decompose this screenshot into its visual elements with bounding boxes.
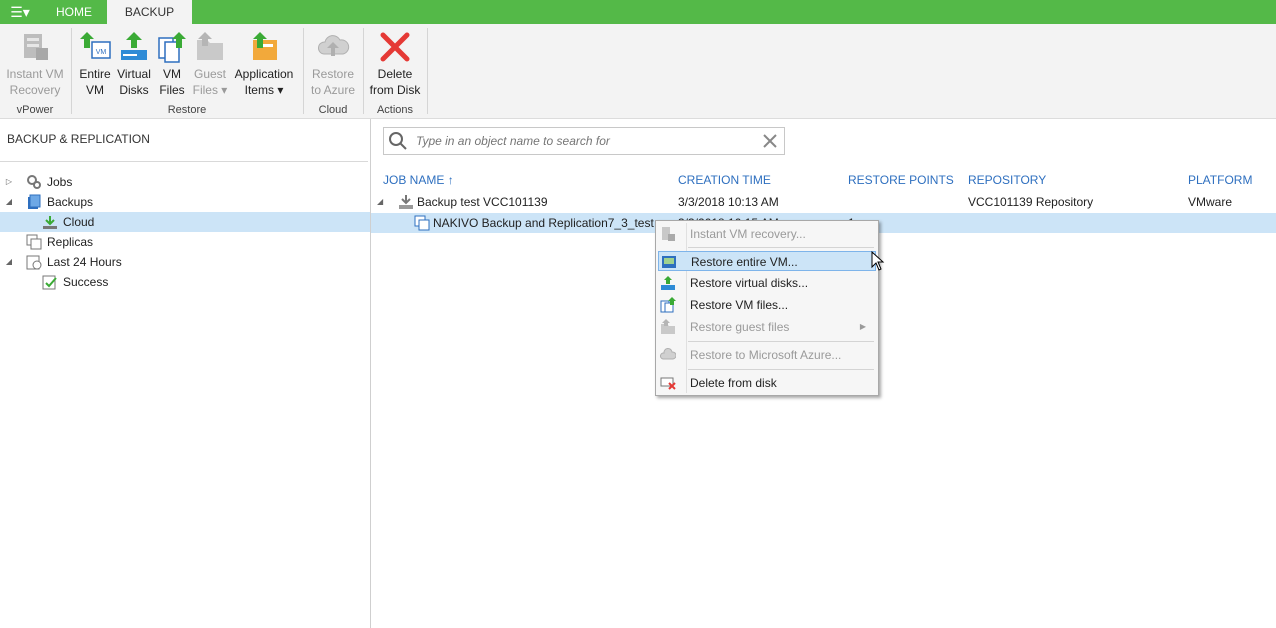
replicas-icon	[26, 234, 42, 250]
collapse-arrow-icon[interactable]: ◢	[4, 192, 14, 212]
backups-icon	[28, 194, 41, 209]
search-icon	[389, 132, 407, 150]
delete-from-disk-button[interactable]: Delete from Disk	[366, 30, 424, 98]
entire-vm-icon: VM	[80, 32, 111, 59]
tree-item-last-24-hours[interactable]: ◢ Last 24 Hours	[0, 252, 370, 272]
menu-item-restore-guest-files[interactable]: Restore guest files ▶	[658, 317, 876, 337]
tree-item-success[interactable]: Success	[0, 272, 370, 292]
search-box	[383, 127, 785, 155]
svg-text:VM: VM	[96, 49, 107, 56]
menu-item-delete-from-disk[interactable]: Delete from disk	[658, 373, 876, 393]
vm-files-icon	[660, 297, 676, 313]
application-items-button[interactable]: Application Items ▾	[230, 30, 298, 98]
column-header-platform[interactable]: PLATFORM	[1188, 173, 1252, 187]
group-label-cloud: Cloud	[318, 104, 348, 116]
vm-files-button[interactable]: VM Files	[154, 30, 190, 98]
hamburger-icon: ☰▾	[10, 4, 30, 20]
vm-files-icon	[158, 32, 186, 63]
guest-files-icon	[661, 319, 675, 334]
collapse-arrow-icon[interactable]: ◢	[4, 252, 14, 272]
instant-vm-recovery-button[interactable]: Instant VM Recovery	[4, 30, 66, 98]
menu-separator	[688, 369, 874, 370]
menu-item-restore-to-azure[interactable]: Restore to Microsoft Azure...	[658, 345, 876, 365]
group-label-vpower: vPower	[16, 104, 54, 116]
column-header-restore-points[interactable]: RESTORE POINTS	[848, 173, 954, 187]
navigation-title: BACKUP & REPLICATION	[7, 132, 150, 146]
virtual-disks-icon	[661, 276, 675, 290]
tab-backup[interactable]: BACKUP	[107, 0, 192, 24]
virtual-disks-button[interactable]: Virtual Disks	[115, 30, 153, 98]
menu-item-instant-vm-recovery[interactable]: Instant VM recovery...	[658, 224, 876, 244]
submenu-arrow-icon: ▶	[859, 322, 866, 331]
success-icon	[42, 275, 57, 290]
entire-vm-icon	[662, 256, 676, 268]
guest-files-icon	[197, 32, 223, 60]
tree-item-replicas[interactable]: Replicas	[0, 232, 370, 252]
menu-separator	[688, 247, 874, 248]
tree-item-jobs[interactable]: ▷ Jobs	[0, 172, 370, 192]
tree-item-backups[interactable]: ◢ Backups	[0, 192, 370, 212]
sort-ascending-icon: ↑	[447, 173, 454, 187]
search-input[interactable]	[414, 131, 758, 151]
menu-item-restore-entire-vm[interactable]: Restore entire VM...	[658, 251, 876, 271]
cloud-backup-icon	[43, 216, 57, 229]
virtual-disks-icon	[121, 32, 147, 60]
ribbon: Instant VM Recovery vPower VM Entire VM …	[0, 24, 1276, 119]
restore-azure-icon	[660, 348, 676, 360]
ribbon-group-vpower: Instant VM Recovery vPower	[0, 24, 70, 118]
tab-home[interactable]: HOME	[42, 0, 106, 24]
menu-separator	[688, 341, 874, 342]
column-header-job-name[interactable]: JOB NAME ↑	[383, 173, 454, 187]
restore-to-azure-button[interactable]: Restore to Azure	[306, 30, 360, 98]
last-24-hours-icon	[26, 255, 42, 270]
mouse-cursor-icon	[871, 251, 885, 271]
instant-vm-icon	[24, 34, 48, 60]
restore-azure-icon	[318, 35, 350, 56]
group-label-actions: Actions	[376, 104, 414, 116]
backup-job-icon	[399, 195, 413, 209]
menu-item-restore-vm-files[interactable]: Restore VM files...	[658, 295, 876, 315]
ribbon-group-cloud: Restore to Azure Cloud	[304, 24, 362, 118]
divider	[0, 161, 368, 162]
main-menu-button[interactable]: ☰▾	[0, 0, 40, 24]
column-header-creation-time[interactable]: CREATION TIME	[678, 173, 771, 187]
vm-icon	[414, 215, 430, 231]
delete-icon	[660, 377, 676, 390]
menu-item-restore-virtual-disks[interactable]: Restore virtual disks...	[658, 273, 876, 293]
guest-files-button[interactable]: Guest Files ▾	[191, 30, 229, 98]
delete-icon	[380, 32, 410, 62]
ribbon-group-restore: VM Entire VM Virtual Disks VM Files Gues…	[72, 24, 302, 118]
entire-vm-button[interactable]: VM Entire VM	[76, 30, 114, 98]
jobs-icon	[27, 175, 41, 189]
clear-search-icon[interactable]	[760, 131, 780, 151]
collapse-arrow-icon[interactable]: ◢	[377, 192, 383, 212]
ribbon-separator	[427, 28, 428, 114]
ribbon-tab-bar: ☰▾ HOME BACKUP	[0, 0, 1276, 24]
expand-arrow-icon[interactable]: ▷	[4, 172, 14, 192]
table-row[interactable]: ◢ Backup test VCC101139 3/3/2018 10:13 A…	[371, 192, 1276, 212]
ribbon-group-actions: Delete from Disk Actions	[364, 24, 426, 118]
context-menu: Instant VM recovery... Restore entire VM…	[655, 220, 879, 396]
tree-item-cloud[interactable]: Cloud	[0, 212, 370, 232]
navigation-pane: BACKUP & REPLICATION ▷ Jobs ◢ Backups Cl…	[0, 119, 371, 628]
instant-vm-icon	[662, 227, 675, 241]
group-label-restore: Restore	[167, 104, 207, 116]
application-items-icon	[253, 32, 277, 60]
column-header-repository[interactable]: REPOSITORY	[968, 173, 1046, 187]
